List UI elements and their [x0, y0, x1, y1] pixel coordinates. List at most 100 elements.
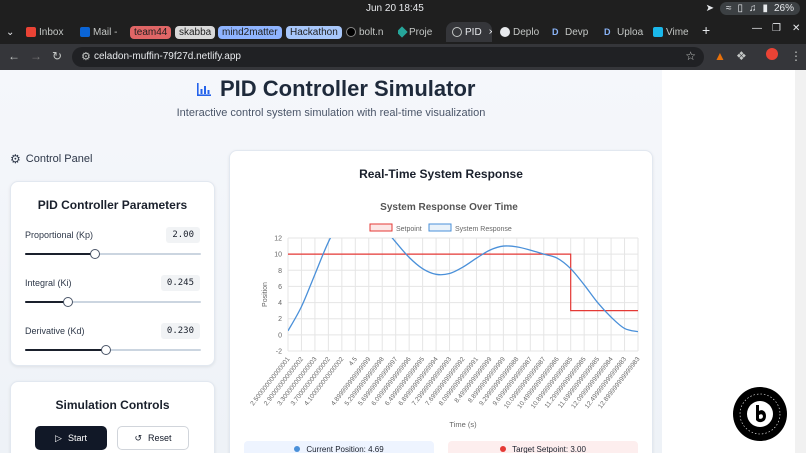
- chart-title: System Response Over Time: [380, 202, 518, 213]
- close-window-icon[interactable]: ✕: [792, 23, 800, 34]
- x-axis-label: Time (s): [449, 420, 477, 429]
- os-system-icons: ➤ ≈ ▯ ♫ ▮ 26%: [706, 2, 800, 15]
- bookmark-star-icon[interactable]: ☆: [685, 49, 696, 63]
- forward-icon[interactable]: →: [30, 49, 42, 63]
- tab-pid-active[interactable]: PID ×: [446, 22, 492, 42]
- tab-label: Vime: [666, 26, 689, 38]
- bar-chart-icon: [197, 83, 211, 96]
- metamask-extension-icon[interactable]: ▲: [714, 49, 726, 63]
- tab-group-hackathon[interactable]: Hackathon: [286, 22, 342, 42]
- url-text: celadon-muffin-79f27d.netlify.app: [94, 51, 241, 62]
- diamond-icon: [398, 26, 408, 38]
- tab-label: PID: [465, 26, 482, 38]
- target-setpoint-text: Target Setpoint: 3.00: [512, 444, 586, 453]
- system-tray[interactable]: ≈ ▯ ♫ ▮ 26%: [719, 2, 800, 15]
- page-title: PID Controller Simulator: [220, 76, 476, 101]
- page-content: PID Controller Simulator Interactive con…: [0, 70, 662, 453]
- slider-fill: [25, 253, 96, 255]
- y-tick-label: -2: [276, 349, 282, 356]
- kp-label: Proportional (Kp): [25, 230, 94, 240]
- minimize-icon[interactable]: —: [752, 23, 762, 34]
- slider-fill: [25, 301, 69, 303]
- devpost-icon: D: [604, 27, 611, 37]
- vimeo-icon: [653, 27, 663, 37]
- close-tab-icon[interactable]: ×: [489, 27, 492, 38]
- kd-slider[interactable]: [25, 343, 201, 357]
- legend-swatch: [369, 223, 393, 232]
- reset-button[interactable]: ↺ Reset: [117, 426, 189, 450]
- tab-vimeo[interactable]: Vime: [653, 22, 695, 42]
- tab-inbox[interactable]: Inbox: [26, 22, 72, 42]
- gear-icon: ⚙: [10, 152, 21, 166]
- restore-icon[interactable]: ❐: [772, 23, 781, 34]
- bolt-badge-icon[interactable]: [732, 386, 788, 442]
- wifi-icon: ≈: [725, 3, 732, 14]
- tab-group-team44[interactable]: team44: [130, 22, 172, 42]
- pid-parameters-title: PID Controller Parameters: [37, 198, 188, 212]
- y-axis-label: Position: [262, 282, 269, 307]
- y-tick-label: 2: [278, 316, 282, 323]
- battery-icon: ▮: [762, 3, 768, 14]
- send-icon: ➤: [705, 3, 714, 14]
- extensions-icon[interactable]: ❖: [736, 49, 747, 63]
- menu-kebab-icon[interactable]: ⋮: [790, 49, 802, 63]
- tab-upload[interactable]: D Uploa: [604, 22, 648, 42]
- ki-slider[interactable]: [25, 295, 201, 309]
- page-subtitle: Interactive control system simulation wi…: [176, 107, 486, 119]
- vibrate-icon: ▯: [737, 3, 743, 14]
- address-bar[interactable]: ⚙ celadon-muffin-79f27d.netlify.app ☆: [72, 47, 704, 67]
- kd-value: 0.230: [160, 323, 200, 339]
- slider-thumb[interactable]: [90, 249, 101, 259]
- simulation-controls-card: Simulation Controls ▷ Start ↺ Reset: [10, 381, 215, 453]
- tab-bolt[interactable]: bolt.n: [346, 22, 390, 42]
- kp-slider[interactable]: [25, 247, 201, 261]
- reset-button-label: Reset: [148, 433, 172, 443]
- reload-icon[interactable]: ↻: [52, 49, 62, 63]
- site-info-icon[interactable]: ⚙: [81, 50, 91, 63]
- tab-group-label: skabba: [175, 25, 216, 39]
- gmail-icon: [26, 27, 36, 37]
- globe-icon: [452, 27, 462, 37]
- bolt-icon: [346, 27, 356, 37]
- x-tick-label: 4.5: [348, 356, 359, 368]
- legend-label: System Response: [455, 226, 512, 233]
- new-tab-button[interactable]: +: [702, 22, 710, 38]
- ki-value: 0.245: [160, 275, 200, 291]
- control-panel-label: Control Panel: [25, 153, 93, 165]
- browser-toolbar: ← → ↻ ⚙ celadon-muffin-79f27d.netlify.ap…: [0, 44, 806, 70]
- pid-parameters-card: PID Controller Parameters Proportional (…: [10, 181, 215, 366]
- y-tick-label: 12: [274, 236, 282, 243]
- tab-label: Uploa: [617, 26, 644, 38]
- tab-project[interactable]: Proje: [398, 22, 440, 42]
- simulation-controls-title: Simulation Controls: [55, 398, 170, 412]
- y-tick-label: 8: [278, 268, 282, 275]
- legend-label: Setpoint: [396, 226, 422, 233]
- start-button[interactable]: ▷ Start: [35, 426, 107, 450]
- tab-mail[interactable]: Mail -: [80, 22, 126, 42]
- os-clock: Jun 20 18:45: [366, 3, 424, 14]
- slider-thumb[interactable]: [63, 297, 74, 307]
- tab-label: Deplo: [513, 26, 540, 38]
- slider-thumb[interactable]: [100, 345, 111, 355]
- y-tick-label: 4: [278, 300, 282, 307]
- tab-group-mind2matter[interactable]: mind2matter: [218, 22, 282, 42]
- kp-value: 2.00: [166, 227, 200, 243]
- tab-group-label: mind2matter: [218, 25, 282, 39]
- tab-deploy[interactable]: Deplo: [500, 22, 546, 42]
- tab-group-skabba[interactable]: skabba: [175, 22, 216, 42]
- devpost-icon: D: [552, 27, 559, 37]
- blue-dot-icon: [294, 446, 301, 452]
- tab-search-icon[interactable]: ⌄: [6, 22, 14, 42]
- tab-label: bolt.n: [359, 26, 384, 38]
- back-icon[interactable]: ←: [8, 49, 20, 63]
- system-response-card: Real-Time System Response System Respons…: [229, 150, 653, 453]
- profile-avatar[interactable]: [766, 48, 778, 60]
- tab-devpost[interactable]: D Devp: [552, 22, 596, 42]
- tab-label: Proje: [409, 26, 433, 38]
- tab-group-label: Hackathon: [286, 25, 342, 39]
- page-scrollbar[interactable]: [795, 70, 806, 453]
- tab-label: Devp: [565, 26, 589, 38]
- tab-label: Mail -: [93, 26, 118, 38]
- kd-label: Derivative (Kd): [25, 326, 85, 336]
- outlook-icon: [80, 27, 90, 37]
